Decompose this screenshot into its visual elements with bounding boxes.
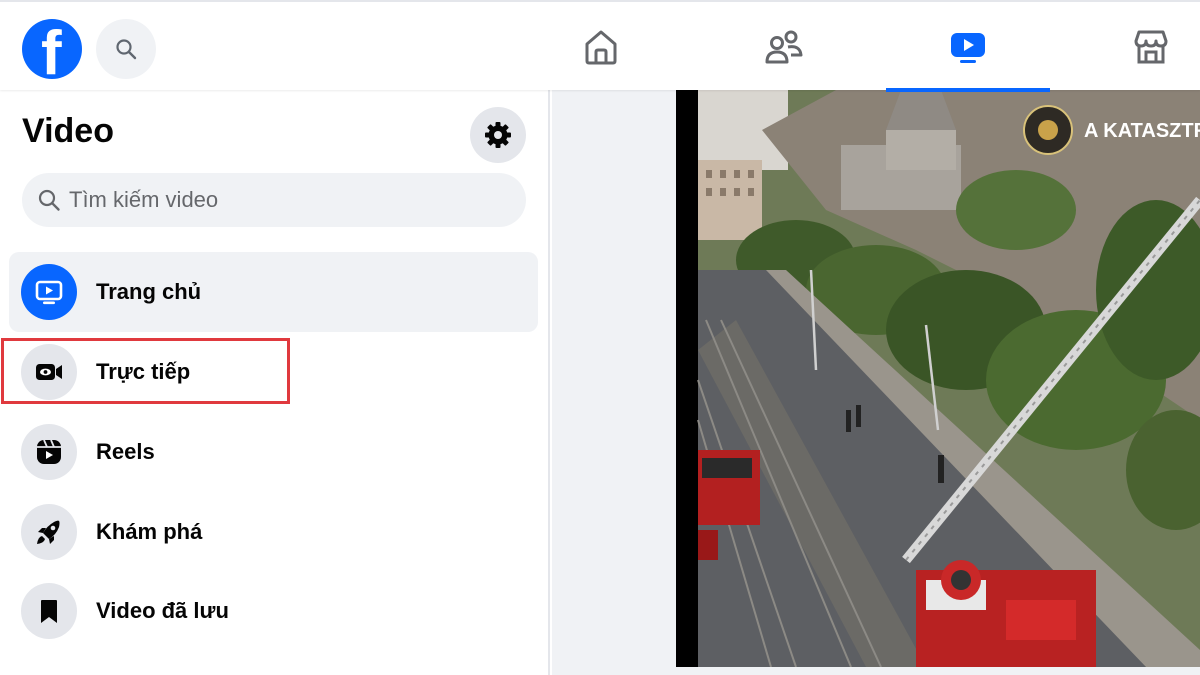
sidebar-item-icon [21, 583, 77, 639]
video-sidebar: Video Trang chủ [0, 90, 550, 675]
sidebar-item-label: Trực tiếp [96, 359, 191, 384]
sidebar-item-saved[interactable]: Video đã lưu [9, 571, 538, 651]
video-search-field[interactable] [22, 173, 526, 227]
sidebar-item-explore[interactable]: Khám phá [9, 492, 538, 572]
facebook-logo[interactable]: f [22, 19, 82, 79]
sidebar-item-reels[interactable]: Reels [9, 412, 538, 492]
video-thumbnail: A KATASZTR [676, 90, 1200, 667]
home-icon [585, 30, 617, 65]
tab-friends[interactable] [702, 4, 866, 90]
page-title: Video [22, 112, 114, 150]
top-navigation-bar: f [0, 0, 1200, 92]
search-icon [116, 39, 137, 60]
marketplace-icon [1134, 30, 1168, 64]
tab-marketplace[interactable] [1069, 4, 1200, 90]
sidebar-item-icon [21, 264, 77, 320]
sidebar-item-label: Reels [96, 439, 155, 464]
friends-icon [765, 30, 803, 64]
video-player[interactable]: A KATASZTR [676, 90, 1200, 667]
video-search-input[interactable] [69, 187, 489, 213]
rocket-icon [37, 520, 60, 544]
play-screen-icon [35, 280, 63, 305]
sidebar-item-icon [21, 424, 77, 480]
tab-video[interactable] [886, 4, 1050, 92]
search-icon [38, 189, 60, 211]
sidebar-item-home[interactable]: Trang chủ [9, 252, 538, 332]
gear-icon [485, 122, 511, 148]
search-button[interactable] [96, 19, 156, 79]
bookmark-icon [41, 600, 57, 623]
sidebar-item-icon [21, 344, 77, 400]
sidebar-item-live[interactable]: Trực tiếp [9, 332, 538, 412]
sidebar-item-label: Khám phá [96, 519, 203, 544]
sidebar-item-label: Video đã lưu [96, 598, 229, 623]
facebook-logo-letter: f [41, 19, 62, 80]
video-tab-icon [951, 33, 985, 63]
sidebar-item-label: Trang chủ [96, 279, 202, 304]
sidebar-item-icon [21, 504, 77, 560]
live-camera-icon [36, 364, 62, 380]
settings-button[interactable] [470, 107, 526, 163]
tab-home[interactable] [519, 4, 683, 90]
reels-icon [37, 439, 61, 464]
video-watermark-text: A KATASZTR [1084, 120, 1200, 142]
